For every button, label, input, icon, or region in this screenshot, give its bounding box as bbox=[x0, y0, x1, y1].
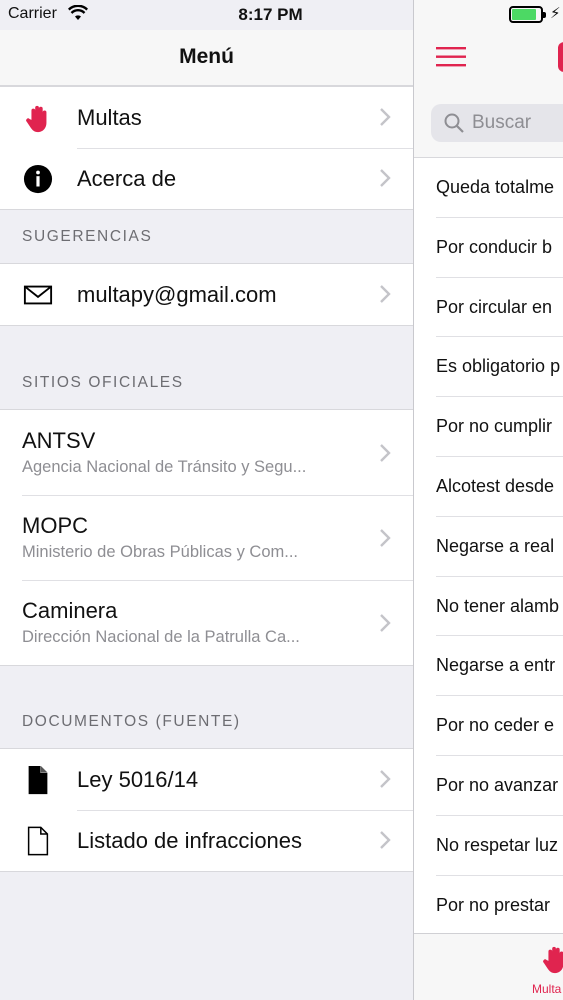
list-item[interactable]: Por no cumplir bbox=[414, 397, 563, 457]
list-item[interactable]: No respetar luz bbox=[414, 816, 563, 876]
list-item-label: Queda totalme bbox=[436, 177, 555, 197]
list-item-label: Por circular en bbox=[436, 296, 553, 317]
tab-bar: Multa bbox=[414, 933, 563, 1000]
battery-icon bbox=[509, 6, 546, 23]
search-input[interactable]: Buscar bbox=[431, 104, 563, 142]
menu-title: Menú bbox=[179, 45, 234, 68]
list-item[interactable]: Negarse a real bbox=[414, 517, 563, 577]
section-header-documentos: DOCUMENTOS (FUENTE) bbox=[22, 713, 241, 730]
section-header-sugerencias: SUGERENCIAS bbox=[22, 228, 153, 245]
battery-level bbox=[512, 9, 536, 20]
list-item-label: Negarse a entr bbox=[436, 655, 556, 676]
list-item-label: Por conducir b bbox=[436, 236, 553, 257]
menu-item-multas[interactable]: Multas bbox=[0, 87, 413, 148]
info-icon bbox=[23, 164, 53, 194]
list-item[interactable]: Queda totalme bbox=[414, 158, 563, 218]
site-row-caminera[interactable]: Caminera Dirección Nacional de la Patrul… bbox=[0, 580, 413, 665]
list-item[interactable]: Por no ceder e bbox=[414, 696, 563, 756]
app-logo-icon bbox=[558, 42, 563, 72]
hand-stop-icon[interactable] bbox=[540, 942, 563, 976]
menu-item-label: Acerca de bbox=[77, 166, 177, 191]
section-header-sitios-oficiales: SITIOS OFICIALES bbox=[22, 374, 184, 391]
search-bar-container: Buscar bbox=[414, 86, 563, 158]
chevron-right-icon bbox=[380, 770, 391, 788]
chevron-right-icon bbox=[380, 831, 391, 849]
list-item[interactable]: Por conducir b bbox=[414, 218, 563, 278]
chevron-right-icon bbox=[380, 169, 391, 187]
site-subtitle: Dirección Nacional de la Patrulla Ca... bbox=[22, 628, 300, 646]
search-placeholder: Buscar bbox=[472, 112, 532, 133]
list-item-label: Es obligatorio p bbox=[436, 356, 561, 377]
list-item-label: Alcotest desde bbox=[436, 475, 555, 496]
menu-item-label: Multas bbox=[77, 105, 142, 130]
list-item-label: No respetar luz bbox=[436, 834, 559, 855]
document-row-listado[interactable]: Listado de infracciones bbox=[0, 810, 413, 871]
document-label: Listado de infracciones bbox=[77, 828, 303, 853]
list-item-label: Por no cumplir bbox=[436, 416, 553, 437]
document-filled-icon bbox=[28, 765, 48, 795]
site-row-antsv[interactable]: ANTSV Agencia Nacional de Tránsito y Seg… bbox=[0, 410, 413, 495]
chevron-right-icon bbox=[380, 529, 391, 547]
list-item[interactable]: Es obligatorio p bbox=[414, 337, 563, 397]
document-label: Ley 5016/14 bbox=[77, 767, 199, 792]
list-item[interactable]: Por no prestar bbox=[414, 876, 563, 936]
email-label: multapy@gmail.com bbox=[77, 282, 277, 307]
infraction-list: Queda totalme Por conducir b Por circular … bbox=[414, 158, 563, 936]
site-title: MOPC bbox=[22, 513, 88, 538]
email-row[interactable]: multapy@gmail.com bbox=[0, 264, 413, 325]
charging-bolt-icon: ⚡ bbox=[550, 5, 561, 22]
chevron-right-icon bbox=[380, 285, 391, 303]
status-bar: Carrier 8:17 PM bbox=[0, 0, 413, 30]
list-item[interactable]: Alcotest desde bbox=[414, 457, 563, 517]
list-item[interactable]: No tener alamb bbox=[414, 577, 563, 637]
search-icon bbox=[444, 113, 464, 133]
main-navbar bbox=[414, 30, 563, 86]
list-item-label: Por no ceder e bbox=[436, 715, 555, 736]
documentos-group: Ley 5016/14 Listado de infracciones bbox=[0, 748, 413, 872]
chevron-right-icon bbox=[380, 108, 391, 126]
sugerencias-group: multapy@gmail.com bbox=[0, 263, 413, 326]
document-outline-icon bbox=[27, 826, 49, 856]
side-menu: Carrier 8:17 PM Menú Multas Acerca de SU… bbox=[0, 0, 413, 1000]
menu-navbar: Menú bbox=[0, 30, 413, 86]
sitios-oficiales-group: ANTSV Agencia Nacional de Tránsito y Seg… bbox=[0, 409, 413, 666]
site-title: ANTSV bbox=[22, 428, 96, 453]
chevron-right-icon bbox=[380, 614, 391, 632]
tab-multas-label[interactable]: Multa bbox=[532, 982, 561, 996]
status-bar-right: ⚡ bbox=[414, 0, 563, 30]
site-title: Caminera bbox=[22, 598, 118, 623]
list-item-label: Negarse a real bbox=[436, 535, 555, 556]
hand-stop-icon bbox=[26, 105, 47, 133]
main-panel: ⚡ Buscar Queda totalme Por conducir b Por … bbox=[413, 0, 563, 1000]
list-item-label: Por no avanzar bbox=[436, 774, 559, 795]
list-item-label: No tener alamb bbox=[436, 595, 560, 616]
site-row-mopc[interactable]: MOPC Ministerio de Obras Públicas y Com.… bbox=[0, 495, 413, 580]
site-subtitle: Agencia Nacional de Tránsito y Segu... bbox=[22, 458, 307, 476]
site-subtitle: Ministerio de Obras Públicas y Com... bbox=[22, 543, 299, 561]
main-menu-group: Multas Acerca de bbox=[0, 86, 413, 210]
hamburger-menu-icon[interactable] bbox=[436, 45, 468, 69]
document-row-ley[interactable]: Ley 5016/14 bbox=[0, 749, 413, 810]
list-item-label: Por no prestar bbox=[436, 894, 551, 915]
list-item[interactable]: Por no avanzar bbox=[414, 756, 563, 816]
chevron-right-icon bbox=[380, 444, 391, 462]
menu-item-acerca-de[interactable]: Acerca de bbox=[0, 148, 413, 209]
envelope-icon bbox=[23, 285, 53, 305]
list-item[interactable]: Por circular en bbox=[414, 278, 563, 338]
list-item[interactable]: Negarse a entr bbox=[414, 636, 563, 696]
